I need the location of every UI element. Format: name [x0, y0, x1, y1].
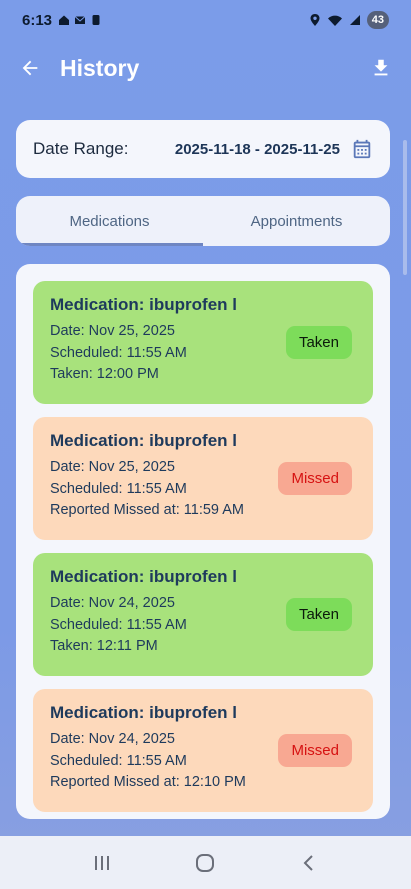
- back-button[interactable]: [18, 56, 42, 80]
- list-item[interactable]: Medication: ibuprofen l Date: Nov 25, 20…: [33, 281, 373, 404]
- list-item[interactable]: Medication: ibuprofen l Date: Nov 24, 20…: [33, 553, 373, 676]
- home-notification-icon: [59, 15, 70, 25]
- tab-medications[interactable]: Medications: [16, 196, 203, 246]
- history-tabs: Medications Appointments: [16, 196, 390, 246]
- entry-title: Medication: ibuprofen l: [50, 703, 237, 722]
- status-notification-icons: [58, 14, 102, 26]
- status-badge: Missed: [278, 734, 352, 767]
- entry-title: Medication: ibuprofen l: [50, 567, 237, 586]
- status-badge: Taken: [285, 598, 352, 631]
- status-right: 43: [309, 11, 389, 29]
- status-bar: 6:13 43: [0, 0, 411, 40]
- page-scrollbar[interactable]: [403, 140, 407, 275]
- wifi-icon: [327, 15, 342, 26]
- calendar-button[interactable]: [350, 137, 374, 161]
- entry-detail: Reported Missed at: 11:59 AM: [50, 502, 244, 518]
- download-button[interactable]: [369, 56, 393, 80]
- system-nav-bar: [0, 836, 411, 889]
- page-title: History: [60, 54, 140, 81]
- location-icon: [310, 14, 320, 26]
- entry-detail: Reported Missed at: 12:10 PM: [50, 774, 246, 790]
- status-badge: Missed: [278, 462, 352, 495]
- list-item[interactable]: Medication: ibuprofen l Date: Nov 24, 20…: [33, 689, 373, 812]
- chevron-left-icon: [303, 854, 313, 871]
- home-button[interactable]: [185, 843, 225, 883]
- arrow-left-icon: [22, 60, 38, 76]
- history-list[interactable]: Medication: ibuprofen l Date: Nov 25, 20…: [16, 264, 390, 819]
- battery-indicator: 43: [366, 11, 389, 29]
- entry-detail: Taken: 12:11 PM: [50, 638, 158, 654]
- calendar-icon: [353, 139, 371, 159]
- status-left: 6:13: [22, 12, 102, 29]
- entry-detail: Taken: 12:00 PM: [50, 366, 159, 382]
- status-badge: Taken: [285, 326, 352, 359]
- download-icon: [374, 59, 388, 76]
- app-notification-icon: [92, 15, 100, 25]
- date-range-label: Date Range:: [33, 139, 129, 158]
- tab-appointments[interactable]: Appointments: [203, 196, 390, 246]
- home-icon: [196, 853, 215, 872]
- recents-button[interactable]: [82, 843, 122, 883]
- signal-icon: [349, 15, 360, 25]
- entry-title: Medication: ibuprofen l: [50, 431, 237, 450]
- list-item[interactable]: Medication: ibuprofen l Date: Nov 25, 20…: [33, 417, 373, 540]
- history-list-scroll[interactable]: Medication: ibuprofen l Date: Nov 25, 20…: [33, 281, 373, 818]
- status-time: 6:13: [22, 11, 53, 29]
- back-nav-button[interactable]: [289, 843, 329, 883]
- app-bar: History: [0, 44, 411, 92]
- recents-icon: [94, 855, 109, 870]
- mail-notification-icon: [74, 16, 86, 24]
- entry-title: Medication: ibuprofen l: [50, 295, 237, 314]
- date-range-value[interactable]: 2025-11-18 - 2025-11-25: [175, 141, 340, 158]
- date-range-card[interactable]: Date Range: 2025-11-18 - 2025-11-25: [16, 120, 390, 178]
